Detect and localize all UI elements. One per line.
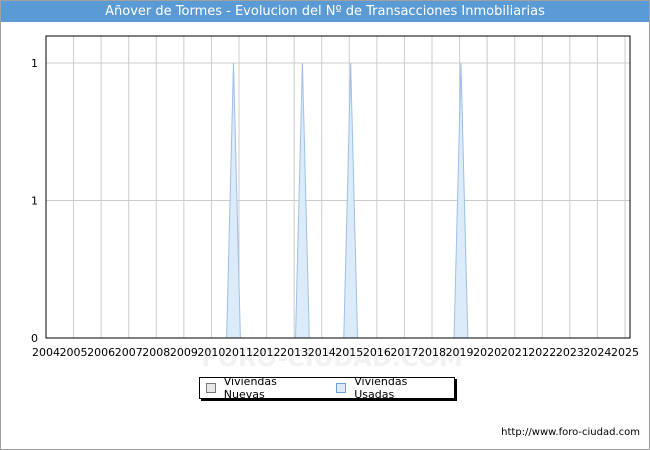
legend-label-nuevas: Viviendas Nuevas (223, 375, 277, 401)
x-tick-label: 2018 (418, 346, 446, 359)
x-tick-label: 2008 (142, 346, 170, 359)
x-tick-label: 2016 (363, 346, 391, 359)
x-tick-label: 2007 (115, 346, 143, 359)
x-tick-label: 2025 (611, 346, 639, 359)
x-tick-label: 2023 (556, 346, 584, 359)
x-tick-label: 2015 (335, 346, 363, 359)
legend-item-nuevas: Viviendas Nuevas (206, 375, 318, 401)
axis-layer: 2004 2005 2006 2007 2008 2009 2010 2011 2012 2013… (31, 57, 639, 359)
x-tick-label: 2017 (390, 346, 418, 359)
x-tick-label: 2024 (583, 346, 611, 359)
x-tick-label: 2021 (501, 346, 529, 359)
legend-item-usadas: Viviendas Usadas (336, 375, 448, 401)
grid-layer (45, 36, 630, 339)
x-tick-label: 2020 (473, 346, 501, 359)
y-tick-label: 1 (31, 57, 38, 70)
legend-swatch-usadas (336, 383, 347, 393)
legend-label-usadas: Viviendas Usadas (354, 375, 408, 401)
x-tick-label: 2004 (32, 346, 60, 359)
legend-swatch-nuevas (206, 383, 216, 393)
x-tick-label: 2022 (528, 346, 556, 359)
x-tick-label: 2005 (60, 346, 88, 359)
x-tick-label: 2009 (170, 346, 198, 359)
source-url: http://www.foro-ciudad.com (501, 427, 640, 438)
x-tick-label: 2010 (197, 346, 225, 359)
x-tick-label: 2013 (280, 346, 308, 359)
x-tick-label: 2014 (308, 346, 336, 359)
x-tick-label: 2019 (446, 346, 474, 359)
y-tick-label: 1 (31, 195, 38, 208)
y-tick-label: 0 (31, 332, 38, 345)
x-tick-label: 2006 (87, 346, 115, 359)
x-tick-label: 2012 (253, 346, 281, 359)
legend: Viviendas Nuevas Viviendas Usadas (199, 375, 455, 401)
x-tick-label: 2011 (225, 346, 253, 359)
